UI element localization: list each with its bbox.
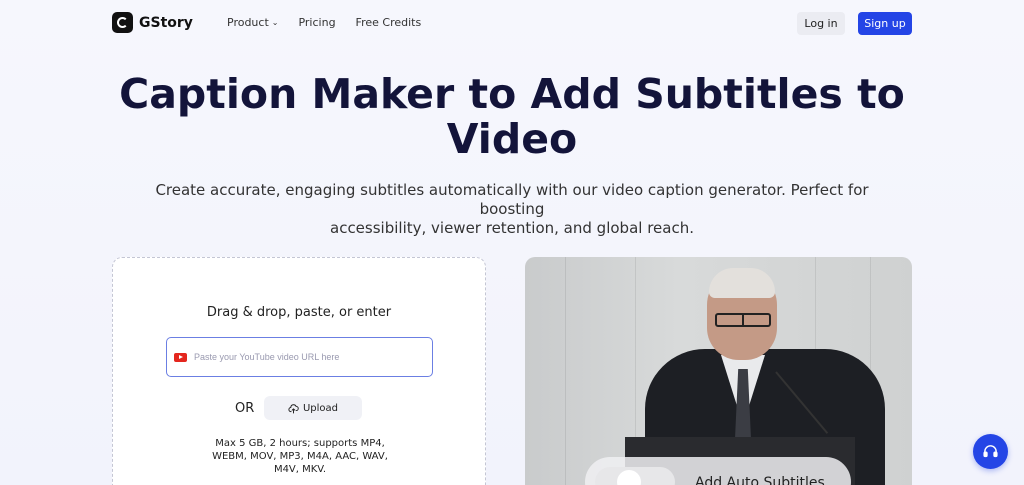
dropzone-instructions: Drag & drop, paste, or enter bbox=[206, 305, 392, 320]
background-blind bbox=[565, 257, 566, 485]
nav-item-product[interactable]: Product ⌄ bbox=[227, 16, 278, 29]
support-chat-button[interactable] bbox=[973, 434, 1008, 469]
auto-subtitles-toggle bbox=[595, 467, 675, 485]
signup-button[interactable]: Sign up bbox=[858, 12, 912, 35]
speaker-glasses bbox=[715, 313, 771, 327]
page-subtitle-line-2: accessibility, viewer retention, and glo… bbox=[330, 219, 694, 237]
nav-item-free-credits[interactable]: Free Credits bbox=[356, 16, 422, 29]
nav-links: Product ⌄ Pricing Free Credits bbox=[227, 16, 421, 29]
top-navigation: GStory Product ⌄ Pricing Free Credits Lo… bbox=[0, 0, 1024, 46]
page-subtitle-line-1: Create accurate, engaging subtitles auto… bbox=[155, 181, 869, 218]
headset-icon bbox=[983, 445, 998, 458]
page-subtitle: Create accurate, engaging subtitles auto… bbox=[140, 181, 884, 238]
chevron-down-icon: ⌄ bbox=[271, 18, 279, 27]
speaker-hair bbox=[709, 268, 775, 298]
video-preview: Add Auto Subtitles bbox=[525, 257, 912, 485]
login-button[interactable]: Log in bbox=[797, 12, 845, 35]
upload-button[interactable]: Upload bbox=[264, 396, 362, 420]
upload-button-label: Upload bbox=[302, 402, 339, 414]
upload-dropzone[interactable]: Drag & drop, paste, or enter OR Upload M… bbox=[112, 257, 486, 485]
upload-limits-line-1: Max 5 GB, 2 hours; supports MP4, bbox=[215, 438, 385, 449]
youtube-url-input[interactable] bbox=[194, 352, 414, 362]
upload-limits-line-3: M4V, MKV. bbox=[273, 464, 327, 475]
cloud-upload-icon bbox=[288, 403, 299, 413]
youtube-icon bbox=[174, 352, 187, 362]
brand-name: GStory bbox=[139, 14, 193, 31]
youtube-url-field[interactable] bbox=[166, 337, 433, 377]
upload-limits-line-2: WEBM, MOV, MP3, M4A, AAC, WAV, bbox=[212, 451, 388, 462]
page-title-line-2: Video bbox=[446, 115, 578, 163]
upload-limits: Max 5 GB, 2 hours; supports MP4, WEBM, M… bbox=[200, 437, 400, 476]
page-title: Caption Maker to Add Subtitles to Video bbox=[0, 72, 1024, 162]
gstory-logo-icon bbox=[112, 12, 133, 33]
nav-item-pricing[interactable]: Pricing bbox=[298, 16, 335, 29]
page-title-line-1: Caption Maker to Add Subtitles to bbox=[119, 70, 905, 118]
nav-item-label: Product bbox=[227, 16, 269, 29]
brand-logo[interactable]: GStory bbox=[112, 12, 193, 33]
auto-subtitles-label: Add Auto Subtitles bbox=[695, 475, 825, 485]
or-separator: OR bbox=[235, 401, 255, 416]
